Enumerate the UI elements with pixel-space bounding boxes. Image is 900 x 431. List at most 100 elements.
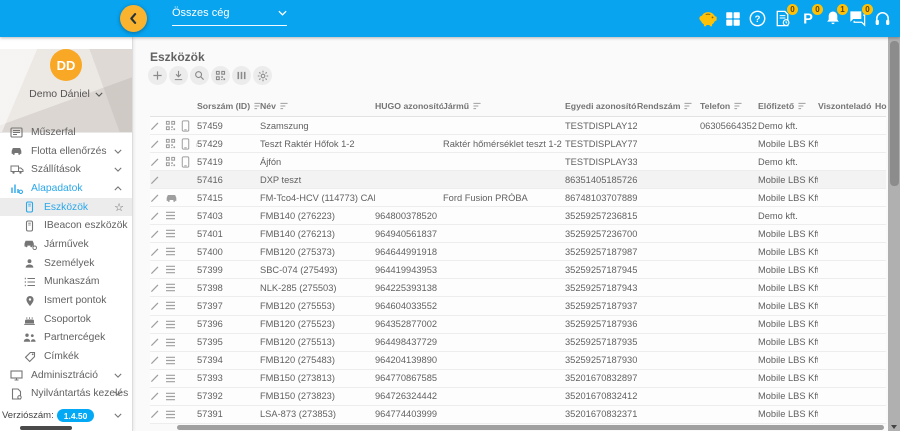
column-header-9[interactable]: Viszonteladó	[818, 101, 875, 111]
details-menu-icon[interactable]	[165, 247, 176, 256]
chevron-down-icon[interactable]	[114, 413, 122, 418]
sidebar-item-partnercegek[interactable]: Partnercégek	[0, 329, 132, 348]
sort-icon[interactable]	[797, 102, 807, 110]
details-menu-icon[interactable]	[165, 283, 176, 292]
sort-icon[interactable]	[683, 102, 693, 110]
sort-icon[interactable]	[472, 102, 482, 110]
table-row[interactable]: 57459SzamszungTESTDISPLAY123006305664352…	[150, 117, 886, 135]
avatar[interactable]: DD	[50, 49, 82, 81]
edit-pencil-icon[interactable]	[150, 193, 160, 203]
details-menu-icon[interactable]	[165, 229, 176, 238]
mobile-device-icon[interactable]	[181, 156, 190, 168]
vertical-scrollbar[interactable]	[888, 37, 900, 431]
back-button[interactable]	[120, 5, 147, 32]
details-menu-icon[interactable]	[165, 265, 176, 274]
table-row[interactable]: 57398NLK-285 (275503)9642253931383525925…	[150, 279, 886, 297]
details-menu-icon[interactable]	[165, 374, 176, 383]
qr-code-icon[interactable]	[165, 120, 176, 131]
edit-pencil-icon[interactable]	[150, 265, 160, 275]
mobile-device-icon[interactable]	[181, 138, 190, 150]
sidebar-item-alapadatok[interactable]: Alapadatok	[0, 179, 132, 198]
table-row[interactable]: 57401FMB140 (276213)96494056183735259257…	[150, 225, 886, 243]
sidebar-item-szemelyek[interactable]: Személyek	[0, 254, 132, 273]
column-header-10[interactable]: Ho	[875, 101, 887, 111]
edit-pencil-icon[interactable]	[150, 175, 160, 185]
sidebar-item-ibeacon-eszkozok[interactable]: IBeacon eszközök	[0, 216, 132, 235]
download-button[interactable]	[169, 66, 188, 85]
table-row[interactable]: 57397FMB120 (275553)96460403355235259257…	[150, 297, 886, 315]
edit-pencil-icon[interactable]	[150, 391, 160, 401]
notifications-icon[interactable]: 1	[820, 6, 845, 32]
table-row[interactable]: 57403FMB140 (276223)96480037852035259257…	[150, 207, 886, 225]
table-row[interactable]: 57429Teszt Raktér Hőfok 1-2Raktér hőmérs…	[150, 135, 886, 153]
table-row[interactable]: 57396FMB120 (275523)96435287700235259257…	[150, 316, 886, 334]
column-header-5[interactable]: Egyedi azonosító	[565, 101, 637, 111]
sidebar-item-csoportok[interactable]: Csoportok	[0, 310, 132, 329]
sidebar-item-jarmuvek[interactable]: Járművek	[0, 235, 132, 254]
qr-code-icon[interactable]	[165, 156, 176, 167]
company-selector[interactable]: Összes cég	[172, 7, 287, 26]
edit-pencil-icon[interactable]	[150, 211, 160, 221]
table-row[interactable]: 57415FM-Tco4-HCV (114773) CANFord Fusion…	[150, 189, 886, 207]
column-header-8[interactable]: Előfizető	[758, 101, 818, 111]
sort-icon[interactable]	[279, 102, 289, 110]
messages-icon[interactable]: 0	[845, 6, 870, 32]
sidebar-item-ismert-pontok[interactable]: Ismert pontok	[0, 291, 132, 310]
column-header-2[interactable]: Név	[260, 101, 375, 111]
favorite-star-icon[interactable]: ☆	[114, 201, 124, 214]
details-menu-icon[interactable]	[165, 320, 176, 329]
details-menu-icon[interactable]	[165, 338, 176, 347]
sidebar-item-szallitasok[interactable]: Szállítások	[0, 160, 132, 179]
column-header-7[interactable]: Telefon	[700, 101, 758, 111]
column-header-4[interactable]: Jármű	[443, 101, 565, 111]
sort-icon[interactable]	[253, 102, 260, 110]
apps-grid-icon[interactable]	[720, 6, 745, 32]
qr-code-icon[interactable]	[165, 138, 176, 149]
columns-button[interactable]	[232, 66, 251, 85]
sidebar-item-adminisztracio[interactable]: Adminisztráció	[0, 366, 132, 385]
edit-pencil-icon[interactable]	[150, 247, 160, 257]
edit-pencil-icon[interactable]	[150, 229, 160, 239]
search-button[interactable]	[190, 66, 209, 85]
table-row[interactable]: 57395FMB120 (275513)96449843772935259257…	[150, 334, 886, 352]
edit-pencil-icon[interactable]	[150, 121, 160, 131]
details-menu-icon[interactable]	[165, 392, 176, 401]
edit-pencil-icon[interactable]	[150, 301, 160, 311]
edit-pencil-icon[interactable]	[150, 409, 160, 419]
sidebar-item-munkaszam[interactable]: Munkaszám	[0, 273, 132, 292]
piggy-bank-icon[interactable]	[695, 6, 720, 32]
table-row[interactable]: 57416DXP teszt863514051857262Mobile LBS …	[150, 171, 886, 189]
table-row[interactable]: 57419ÁjfónTESTDISPLAY3382Demo kft.	[150, 153, 886, 171]
edit-pencil-icon[interactable]	[150, 157, 160, 167]
column-header-3[interactable]: HUGO azonosító	[375, 101, 443, 111]
settings-button[interactable]	[253, 66, 272, 85]
device-report-icon[interactable]: 0	[770, 6, 795, 32]
table-row[interactable]: 57392FMB150 (273823)96472632444235201670…	[150, 388, 886, 406]
column-header-6[interactable]: Rendszám	[637, 101, 700, 111]
details-menu-icon[interactable]	[165, 410, 176, 419]
qr-scan-button[interactable]	[211, 66, 230, 85]
sidebar-item-flotta-ellenorzes[interactable]: Flotta ellenőrzés	[0, 142, 132, 161]
sidebar-item-nyilvantartas-kezeles[interactable]: Nyilvántartás kezelés	[0, 385, 132, 404]
details-menu-icon[interactable]	[165, 356, 176, 365]
sidebar-item-eszkozok[interactable]: Eszközök☆	[0, 198, 132, 217]
table-row[interactable]: 57393FMB150 (273813)96477086758535201670…	[150, 370, 886, 388]
table-row[interactable]: 57400FMB120 (275373)96464499191835259257…	[150, 243, 886, 261]
table-row[interactable]: 57399SBC-074 (275493)9644199439533525925…	[150, 261, 886, 279]
user-menu[interactable]: Demo Dániel	[0, 88, 132, 100]
details-menu-icon[interactable]	[165, 211, 176, 220]
add-button[interactable]	[148, 66, 167, 85]
table-row[interactable]: 57394FMB120 (275483)96420413989035259257…	[150, 352, 886, 370]
horizontal-scrollbar[interactable]	[177, 425, 884, 430]
edit-pencil-icon[interactable]	[150, 139, 160, 149]
mobile-device-icon[interactable]	[181, 120, 190, 132]
sort-icon[interactable]	[733, 102, 743, 110]
edit-pencil-icon[interactable]	[150, 319, 160, 329]
sidebar-horizontal-scrollbar[interactable]	[20, 426, 72, 430]
vertical-scrollbar-thumb[interactable]	[890, 41, 899, 186]
edit-pencil-icon[interactable]	[150, 283, 160, 293]
edit-pencil-icon[interactable]	[150, 337, 160, 347]
table-row[interactable]: 57391LSA-873 (273853)9647744039993520167…	[150, 406, 886, 424]
sidebar-item-muszerfal[interactable]: Műszerfal	[0, 123, 132, 142]
scroll-down-arrow-icon[interactable]	[891, 425, 897, 429]
